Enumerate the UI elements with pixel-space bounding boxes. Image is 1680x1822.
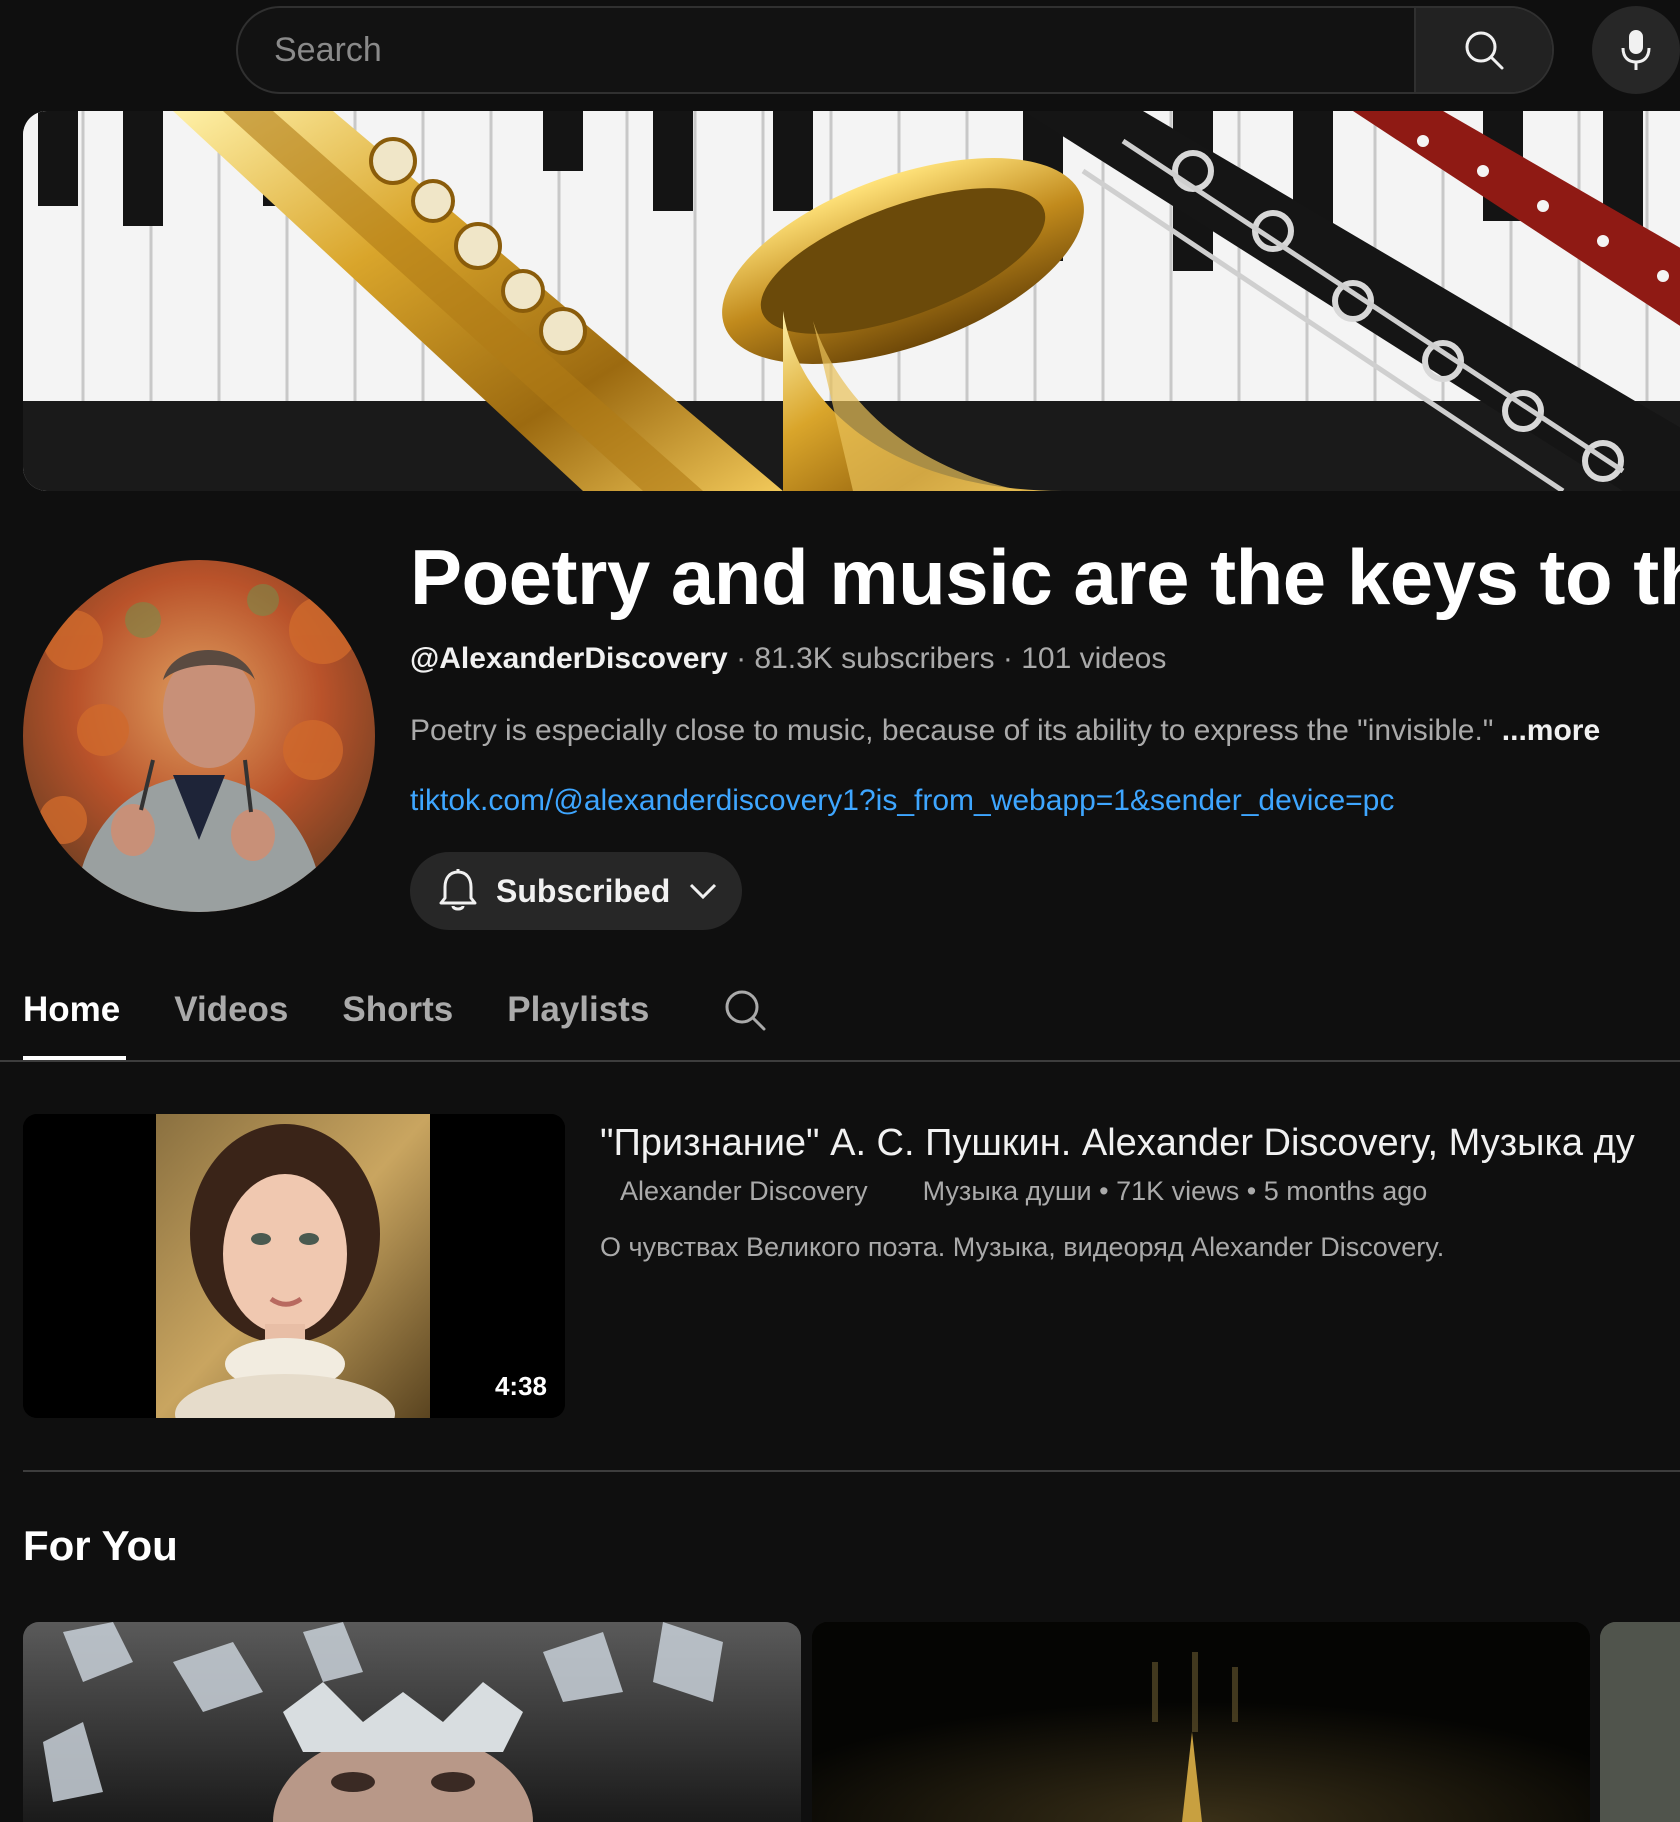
subscriber-count: 81.3K subscribers [754,642,995,675]
thumbnail-image [23,1114,565,1418]
subscribed-button[interactable]: Subscribed [410,852,742,930]
section-divider [23,1470,1680,1472]
video-age: 5 months ago [1263,1176,1428,1206]
featured-video-thumbnail[interactable]: 4:38 [23,1114,565,1418]
subscribed-label: Subscribed [496,872,671,909]
banner-image [23,111,1680,491]
meta-separator: • [1099,1176,1117,1206]
video-playlist[interactable]: Музыка души [923,1176,1092,1206]
channel-banner [23,111,1680,491]
meta-separator: · [736,642,755,675]
featured-video-meta: Alexander Discovery Музыка души • 71K vi… [620,1176,1427,1207]
search-bar [236,6,1554,94]
channel-title: Poetry and music are the keys to the [410,533,1680,621]
avatar-image [23,560,375,912]
tab-playlists[interactable]: Playlists [507,960,649,1060]
featured-video-description: О чувствах Великого поэта. Музыка, видео… [600,1232,1445,1262]
tab-videos[interactable]: Videos [174,960,288,1060]
bell-icon [439,869,477,911]
search-input[interactable] [238,8,1414,92]
for-you-heading: For You [23,1522,178,1569]
tabs-divider [0,1060,1680,1062]
meta-separator: • [1246,1176,1264,1206]
channel-link[interactable]: tiktok.com/@alexanderdiscovery1?is_from_… [410,784,1394,818]
for-you-video-card[interactable] [812,1622,1590,1822]
chevron-down-icon [690,883,717,900]
search-button[interactable] [1414,8,1552,92]
channel-meta: @AlexanderDiscovery · 81.3K subscribers … [410,642,1166,676]
video-thumbnail [812,1622,1590,1822]
more-button[interactable]: ...more [1502,714,1600,747]
video-thumbnail [23,1622,801,1822]
channel-description-text: Poetry is especially close to music, bec… [410,714,1494,747]
video-duration: 4:38 [494,1371,547,1401]
video-views: 71K views [1116,1176,1240,1206]
featured-video-title[interactable]: "Признание" А. С. Пушкин. Alexander Disc… [600,1122,1635,1165]
mic-icon [1621,30,1651,70]
video-author[interactable]: Alexander Discovery [620,1176,868,1206]
video-thumbnail [1600,1622,1680,1822]
video-count: 101 videos [1021,642,1167,675]
meta-separator: · [1002,642,1022,675]
channel-description: Poetry is especially close to music, bec… [410,714,1600,748]
for-you-video-card[interactable] [23,1622,801,1822]
channel-tabs: Home Videos Shorts Playlists [23,960,767,1060]
tab-shorts[interactable]: Shorts [342,960,453,1060]
voice-search-button[interactable] [1592,6,1680,94]
channel-handle: @AlexanderDiscovery [410,642,728,675]
for-you-video-card[interactable] [1600,1622,1680,1822]
search-icon [1465,31,1504,70]
channel-avatar[interactable] [23,560,375,912]
tab-home[interactable]: Home [23,960,127,1060]
search-icon [725,990,766,1031]
tab-search-button[interactable] [723,988,767,1032]
